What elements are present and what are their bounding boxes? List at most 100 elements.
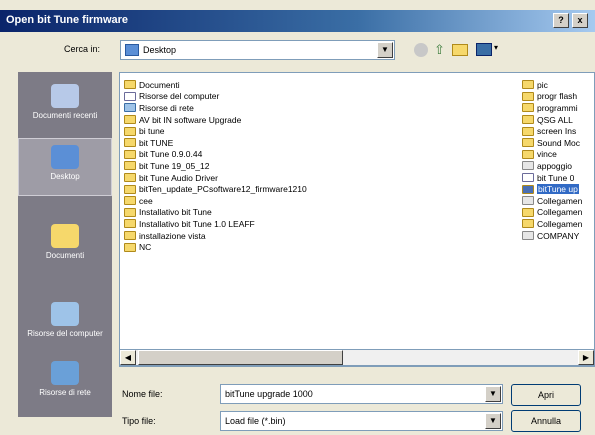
file-icon xyxy=(522,161,534,171)
back-icon[interactable] xyxy=(414,43,428,57)
new-folder-icon[interactable] xyxy=(452,44,468,56)
list-item[interactable]: bitTen_update_PCsoftware12_firmware1210 xyxy=(124,183,307,195)
folder-icon xyxy=(522,91,534,101)
list-item[interactable]: NC xyxy=(124,241,307,253)
folder-icon xyxy=(522,219,534,229)
scroll-left-icon[interactable]: ◀ xyxy=(120,350,136,365)
list-item[interactable]: Risorse di rete xyxy=(124,102,307,114)
list-item-label: appoggio xyxy=(537,160,572,171)
list-item[interactable]: bitTune up xyxy=(522,183,582,195)
list-item[interactable]: Collegamen xyxy=(522,195,582,207)
list-item[interactable]: Collegamen xyxy=(522,207,582,219)
cancel-button[interactable]: Annulla xyxy=(511,410,581,432)
list-item[interactable]: vince xyxy=(522,149,582,161)
list-item-label: Collegamen xyxy=(537,218,583,229)
list-item[interactable]: Collegamen xyxy=(522,218,582,230)
window-title: Open bit Tune firmware xyxy=(6,14,129,26)
list-item[interactable]: appoggio xyxy=(522,160,582,172)
list-item[interactable]: bit Tune 0 xyxy=(522,172,582,184)
file-icon xyxy=(522,196,534,206)
folder-icon xyxy=(124,161,136,171)
list-item-label: bitTen_update_PCsoftware12_firmware1210 xyxy=(139,184,307,195)
list-item[interactable]: QSG ALL xyxy=(522,114,582,126)
up-folder-icon[interactable]: ⇧ xyxy=(434,42,445,58)
list-item-label: installazione vista xyxy=(139,230,206,241)
file-icon xyxy=(124,91,136,101)
folder-icon xyxy=(124,196,136,206)
list-item-label: vince xyxy=(537,149,557,160)
scroll-right-icon[interactable]: ▶ xyxy=(578,350,594,365)
chevron-down-icon[interactable]: ▼ xyxy=(377,42,393,58)
list-item[interactable]: Installativo bit Tune xyxy=(124,207,307,219)
chevron-down-icon[interactable]: ▼ xyxy=(485,386,501,402)
places-bar: Documenti recenti Desktop Documenti Riso… xyxy=(18,72,112,417)
list-item[interactable]: progr flash xyxy=(522,91,582,103)
list-item[interactable]: pic xyxy=(522,79,582,91)
folder-icon xyxy=(124,207,136,217)
open-button[interactable]: Apri xyxy=(511,384,581,406)
my-documents-icon xyxy=(51,224,79,248)
title-bar[interactable]: Open bit Tune firmware ? x xyxy=(0,10,595,32)
place-label: Risorse del computer xyxy=(27,329,103,338)
list-item-label: COMPANY xyxy=(537,230,580,241)
filename-value: bitTune upgrade 1000 xyxy=(225,389,313,399)
chevron-down-icon[interactable]: ▼ xyxy=(485,413,501,429)
list-item-label: bit Tune 19_05_12 xyxy=(139,160,210,171)
help-button[interactable]: ? xyxy=(553,13,569,28)
folder-icon xyxy=(522,149,534,159)
filetype-select[interactable]: Load file (*.bin) ▼ xyxy=(220,411,503,431)
folder-icon xyxy=(124,149,136,159)
list-item-label: Sound Moc xyxy=(537,137,580,148)
list-item[interactable]: screen Ins xyxy=(522,125,582,137)
place-recent-documents[interactable]: Documenti recenti xyxy=(18,78,112,136)
folder-icon xyxy=(522,80,534,90)
file-list[interactable]: Documenti Risorse del computer Risorse di … xyxy=(119,72,595,367)
list-item-label: bit Tune 0.9.0.44 xyxy=(139,149,203,160)
list-item-label: progr flash xyxy=(537,91,578,102)
list-item[interactable]: programmi xyxy=(522,102,582,114)
place-label: Documenti recenti xyxy=(32,111,98,120)
list-item[interactable]: bit Tune 0.9.0.44 xyxy=(124,149,307,161)
list-item[interactable]: AV bit IN software Upgrade xyxy=(124,114,307,126)
list-item-label: pic xyxy=(537,79,548,90)
filename-input[interactable]: bitTune upgrade 1000 ▼ xyxy=(220,384,503,404)
file-icon xyxy=(522,173,534,183)
list-item-label: Documenti xyxy=(139,79,180,90)
list-item[interactable]: installazione vista xyxy=(124,230,307,242)
list-item[interactable]: Sound Moc xyxy=(522,137,582,149)
horizontal-scrollbar[interactable]: ◀ ▶ xyxy=(119,349,595,366)
view-menu-chevron-icon[interactable]: ▾ xyxy=(494,43,498,52)
desktop-folder-icon xyxy=(125,44,139,56)
close-button[interactable]: x xyxy=(572,13,588,28)
filetype-label: Tipo file: xyxy=(122,416,156,426)
list-item[interactable]: COMPANY xyxy=(522,230,582,242)
view-menu-icon[interactable] xyxy=(476,43,492,56)
folder-icon xyxy=(124,126,136,136)
list-item[interactable]: bit TUNE xyxy=(124,137,307,149)
place-desktop[interactable]: Desktop xyxy=(18,138,112,196)
list-item-label: screen Ins xyxy=(537,126,577,137)
folder-icon xyxy=(124,184,136,194)
list-item[interactable]: Installativo bit Tune 1.0 LEAFF xyxy=(124,218,307,230)
file-icon xyxy=(522,184,534,194)
place-my-computer[interactable]: Risorse del computer xyxy=(18,296,112,354)
place-label: Documenti xyxy=(45,251,85,260)
list-item[interactable]: Documenti xyxy=(124,79,307,91)
place-network[interactable]: Risorse di rete xyxy=(18,355,112,413)
list-item[interactable]: Risorse del computer xyxy=(124,91,307,103)
list-item[interactable]: bi tune xyxy=(124,125,307,137)
scroll-thumb[interactable] xyxy=(138,350,343,365)
network-places-icon xyxy=(51,361,79,385)
look-in-dropdown[interactable]: Desktop ▼ xyxy=(120,40,395,60)
list-item[interactable]: bit Tune 19_05_12 xyxy=(124,160,307,172)
file-icon xyxy=(124,103,136,113)
list-item[interactable]: cee xyxy=(124,195,307,207)
look-in-value: Desktop xyxy=(143,45,177,55)
list-item-label: bit TUNE xyxy=(139,137,174,148)
folder-icon xyxy=(522,115,534,125)
list-item-label: bit Tune 0 xyxy=(537,172,575,183)
place-my-documents[interactable]: Documenti xyxy=(18,218,112,276)
folder-icon xyxy=(522,207,534,217)
folder-icon xyxy=(124,138,136,148)
list-item[interactable]: bit Tune Audio Driver xyxy=(124,172,307,184)
